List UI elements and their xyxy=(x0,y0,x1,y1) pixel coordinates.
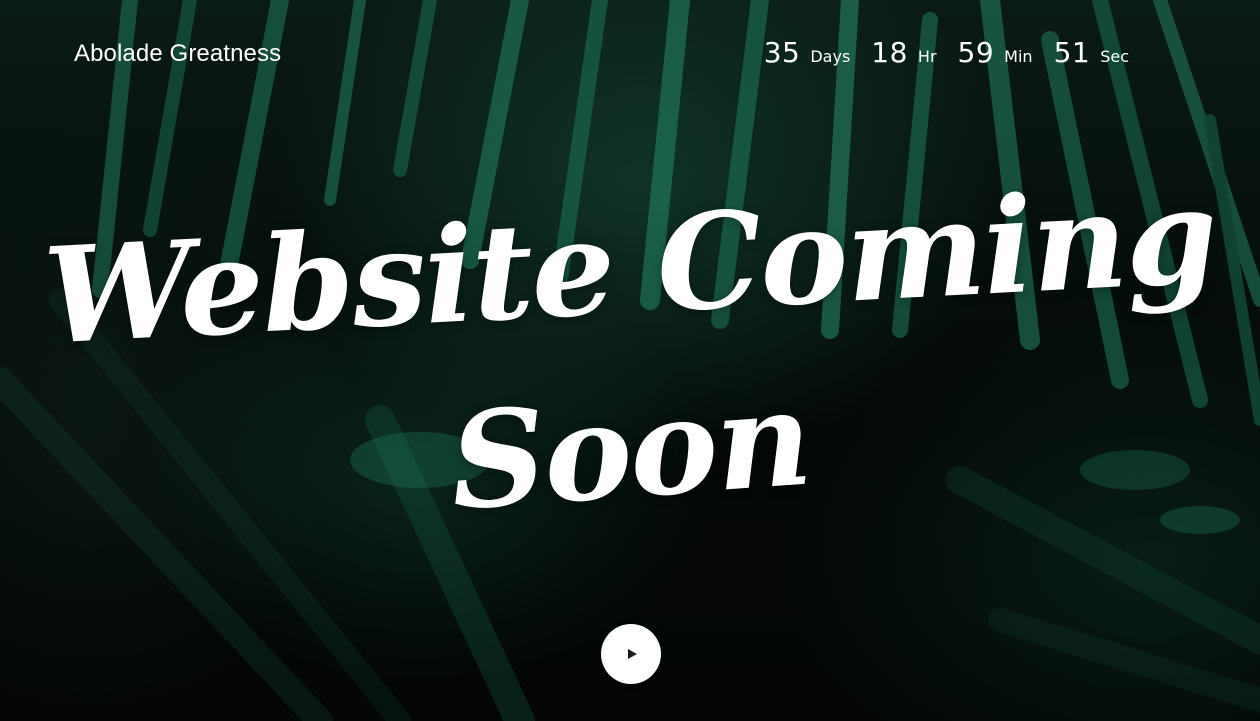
countdown-hours-label: Hr xyxy=(917,47,937,66)
countdown-minutes-label: Min xyxy=(1004,47,1033,66)
countdown-days-value: 35 xyxy=(763,36,801,69)
hero-headline: Website Coming Soon xyxy=(0,158,1260,541)
countdown-days: 35 Days xyxy=(764,36,851,69)
hero-headline-line1: Website Coming xyxy=(40,158,1220,376)
play-icon xyxy=(628,649,637,659)
countdown-seconds: 51 Sec xyxy=(1054,36,1129,69)
countdown-minutes-value: 59 xyxy=(957,36,995,69)
countdown-minutes: 59 Min xyxy=(958,36,1033,69)
countdown-seconds-label: Sec xyxy=(1100,47,1129,66)
play-video-button[interactable] xyxy=(601,624,661,684)
countdown-days-label: Days xyxy=(810,47,851,66)
countdown-timer: 35 Days 18 Hr 59 Min 51 Sec xyxy=(764,36,1129,69)
countdown-hours-value: 18 xyxy=(871,36,908,69)
countdown-hours: 18 Hr xyxy=(871,36,936,69)
brand-name[interactable]: Abolade Greatness xyxy=(74,40,281,68)
countdown-seconds-value: 51 xyxy=(1053,36,1091,69)
